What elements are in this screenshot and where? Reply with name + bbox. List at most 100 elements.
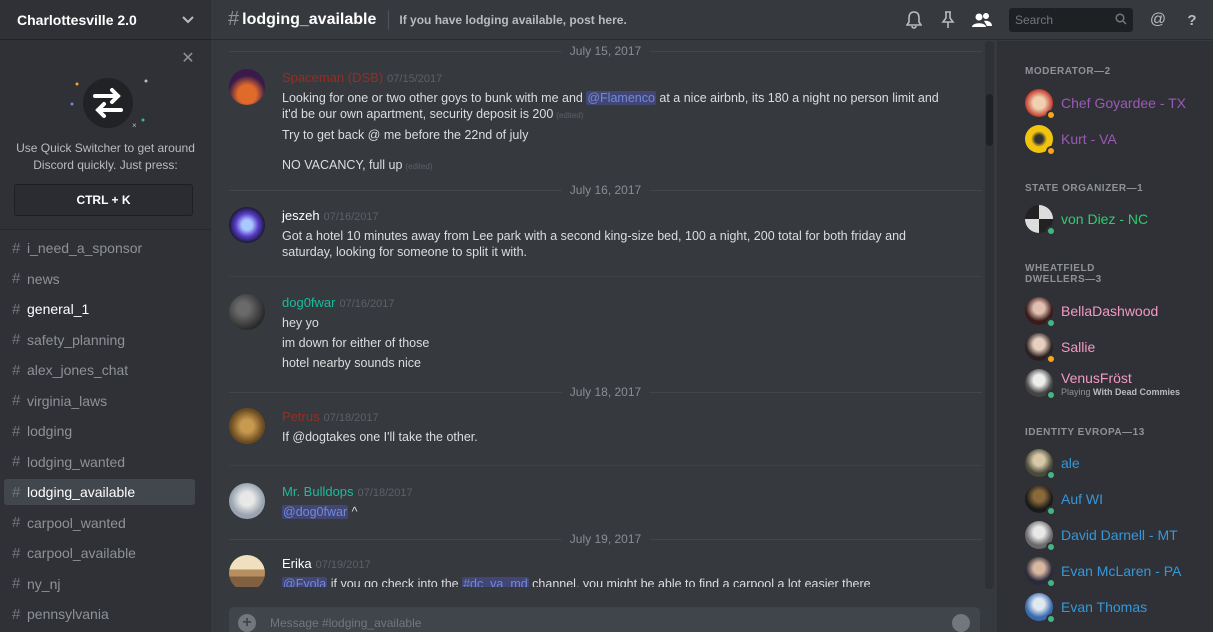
message-author[interactable]: Mr. Bulldops: [282, 484, 354, 499]
hash-icon: #: [12, 270, 21, 287]
hash-icon: #: [12, 361, 21, 379]
message-timestamp: 07/16/2017: [323, 211, 379, 223]
member-item[interactable]: Chef Goyardee - TX: [1025, 88, 1186, 120]
hash-icon: #: [12, 300, 21, 318]
mention-icon[interactable]: @: [1147, 9, 1169, 31]
date-divider: July 15, 2017: [229, 44, 982, 58]
pin-icon[interactable]: [937, 9, 959, 31]
user-mention[interactable]: @Fyola: [282, 577, 328, 587]
server-name: Charlottesville 2.0: [17, 11, 137, 28]
channel-lodging[interactable]: # lodging: [4, 418, 195, 444]
message-list: July 15, 2017 Spaceman (DSB) 07/15/2017 L…: [211, 41, 996, 587]
channel-pennsylvania[interactable]: # pennsylvania: [4, 601, 195, 627]
hash-icon: #: [12, 453, 21, 470]
search-input[interactable]: Search: [1009, 8, 1133, 32]
member-name: David Darnell - MT: [1061, 527, 1178, 543]
avatar: [1025, 449, 1056, 480]
message-author[interactable]: Spaceman (DSB): [282, 70, 383, 85]
channel-header: # lodging_available If you have lodging …: [211, 0, 1213, 40]
role-header: IDENTITY EVROPA—13: [1025, 427, 1145, 438]
member-list: MODERATOR—2 Chef Goyardee - TX Kurt - VA…: [997, 41, 1213, 632]
status-online-icon: [1046, 506, 1056, 516]
member-item[interactable]: BellaDashwood: [1025, 296, 1158, 328]
avatar[interactable]: [229, 483, 265, 519]
channel-general-1[interactable]: # general_1: [4, 296, 195, 322]
bell-icon[interactable]: [903, 9, 925, 31]
message: Spaceman (DSB) 07/15/2017 Looking for one…: [229, 69, 982, 191]
message-author[interactable]: Petrus: [282, 409, 320, 424]
channel-news[interactable]: # news: [4, 266, 195, 292]
message-input[interactable]: [270, 616, 870, 630]
status-online-icon: [1046, 470, 1056, 480]
hash-icon: #: [12, 514, 21, 531]
channel-sidebar: Charlottesville 2.0 ✕ × Use Quick Switch…: [0, 0, 211, 632]
member-item[interactable]: Sallie: [1025, 332, 1095, 364]
avatar[interactable]: [229, 294, 265, 330]
quick-switcher-text: Use Quick Switcher to get around Discord…: [16, 141, 195, 172]
close-icon[interactable]: ✕: [181, 51, 195, 67]
hash-icon: #: [12, 392, 21, 409]
server-header[interactable]: Charlottesville 2.0: [0, 0, 211, 40]
member-item[interactable]: Evan McLaren - PA: [1025, 556, 1181, 588]
message-text: Got a hotel 10 minutes away from Lee par…: [282, 229, 906, 243]
member-item[interactable]: ale: [1025, 448, 1080, 480]
edited-tag: (edited): [405, 162, 433, 171]
member-item[interactable]: David Darnell - MT: [1025, 520, 1178, 552]
avatar[interactable]: [229, 408, 265, 444]
chevron-down-icon[interactable]: [181, 13, 195, 27]
user-mention[interactable]: @dog0fwar: [282, 505, 349, 519]
member-name: Auf WI: [1061, 491, 1104, 507]
member-item[interactable]: Kurt - VA: [1025, 124, 1117, 156]
quick-switcher-icon: ×: [58, 66, 154, 136]
hash-icon: #: [228, 8, 240, 30]
channel-carpool-available[interactable]: # carpool_available: [4, 540, 195, 566]
role-header: STATE ORGANIZER—1: [1025, 183, 1144, 194]
hash-icon: #: [12, 483, 21, 501]
message-author[interactable]: dog0fwar: [282, 295, 335, 310]
message: Petrus 07/18/2017 If @dogtakes one I'll t…: [229, 408, 982, 466]
status-idle-icon: [1046, 146, 1056, 156]
message-text: @Fyola if you go check into the #dc_va_m…: [282, 576, 982, 587]
message-author[interactable]: jeszeh: [282, 208, 320, 223]
status-online-icon: [1046, 226, 1056, 236]
channel-list: # i_need_a_sponsor # news # general_1 # safe…: [0, 230, 211, 627]
member-item[interactable]: Auf WI: [1025, 484, 1104, 516]
member-name: Kurt - VA: [1061, 131, 1117, 147]
message-scrollbar[interactable]: [985, 41, 994, 589]
message-timestamp: 07/16/2017: [339, 298, 395, 310]
message-text: If @dogtakes one I'll take the other.: [282, 430, 478, 444]
avatar[interactable]: [229, 555, 265, 587]
message-author[interactable]: Erika: [282, 556, 312, 571]
members-icon[interactable]: [971, 9, 993, 31]
avatar: [1025, 521, 1056, 552]
channel-lodging-wanted[interactable]: # lodging_wanted: [4, 449, 195, 475]
channel-ny-nj[interactable]: # ny_nj: [4, 571, 195, 597]
channel-carpool-wanted[interactable]: # carpool_wanted: [4, 510, 195, 536]
channel-i-need-a-sponsor[interactable]: # i_need_a_sponsor: [4, 235, 195, 261]
member-item[interactable]: VenusFröst Playing With Dead Commies: [1025, 368, 1180, 400]
member-item[interactable]: Evan Thomas: [1025, 592, 1148, 624]
upload-plus-icon[interactable]: +: [238, 614, 256, 632]
avatar[interactable]: [229, 69, 265, 105]
message-text: Try to get back @ me before the 22nd of …: [282, 128, 529, 142]
scrollbar-thumb[interactable]: [986, 94, 993, 146]
channel-lodging-available[interactable]: # lodging_available: [4, 479, 195, 505]
avatar: [1025, 557, 1056, 588]
channel-alex-jones-chat[interactable]: # alex_jones_chat: [4, 357, 195, 383]
date-divider: July 16, 2017: [229, 183, 982, 197]
role-header: WHEATFIELD DWELLERS—3: [1025, 263, 1102, 285]
hash-icon: #: [12, 239, 21, 257]
channel-mention[interactable]: #dc_va_md: [462, 577, 529, 587]
avatar: [1025, 297, 1056, 328]
avatar: [1025, 89, 1056, 120]
user-mention[interactable]: @Flamenco: [586, 91, 656, 105]
channel-virginia-laws[interactable]: # virginia_laws: [4, 388, 195, 414]
member-name: Evan Thomas: [1061, 599, 1148, 615]
help-icon[interactable]: ?: [1181, 9, 1203, 31]
hash-icon: #: [12, 605, 21, 623]
emoji-icon[interactable]: [952, 614, 970, 632]
quick-switcher-shortcut[interactable]: CTRL + K: [14, 184, 193, 216]
avatar[interactable]: [229, 207, 265, 243]
channel-safety-planning[interactable]: # safety_planning: [4, 327, 195, 353]
member-item[interactable]: von Diez - NC: [1025, 204, 1148, 236]
